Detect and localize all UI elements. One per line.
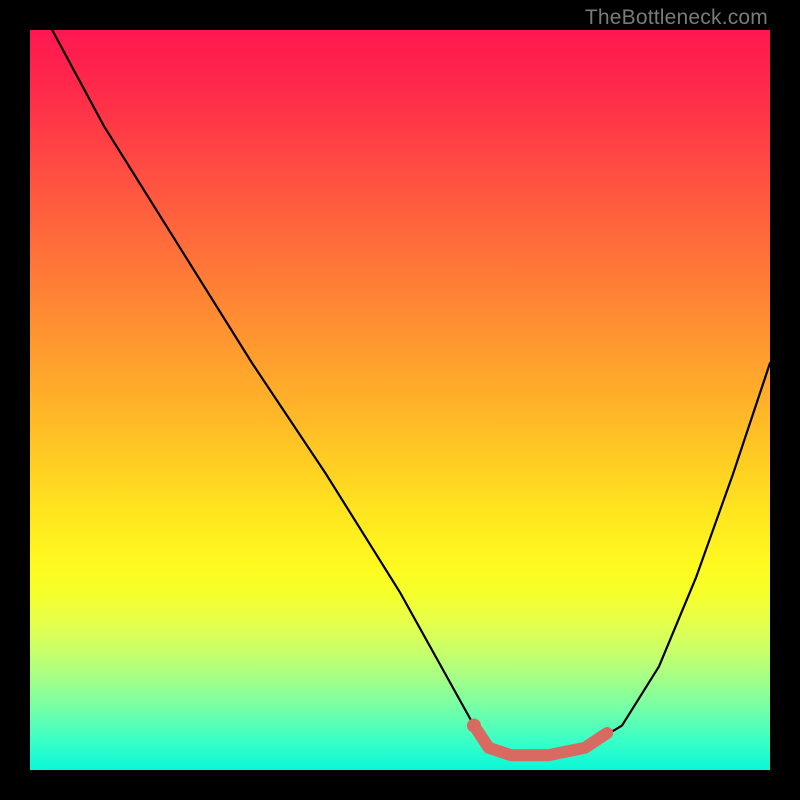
chart-overlay — [30, 30, 770, 770]
watermark-text: TheBottleneck.com — [585, 6, 768, 30]
highlight-dot — [467, 719, 481, 733]
highlight-region — [474, 726, 607, 756]
chart-frame: TheBottleneck.com — [0, 0, 800, 800]
bottleneck-curve — [52, 30, 770, 755]
